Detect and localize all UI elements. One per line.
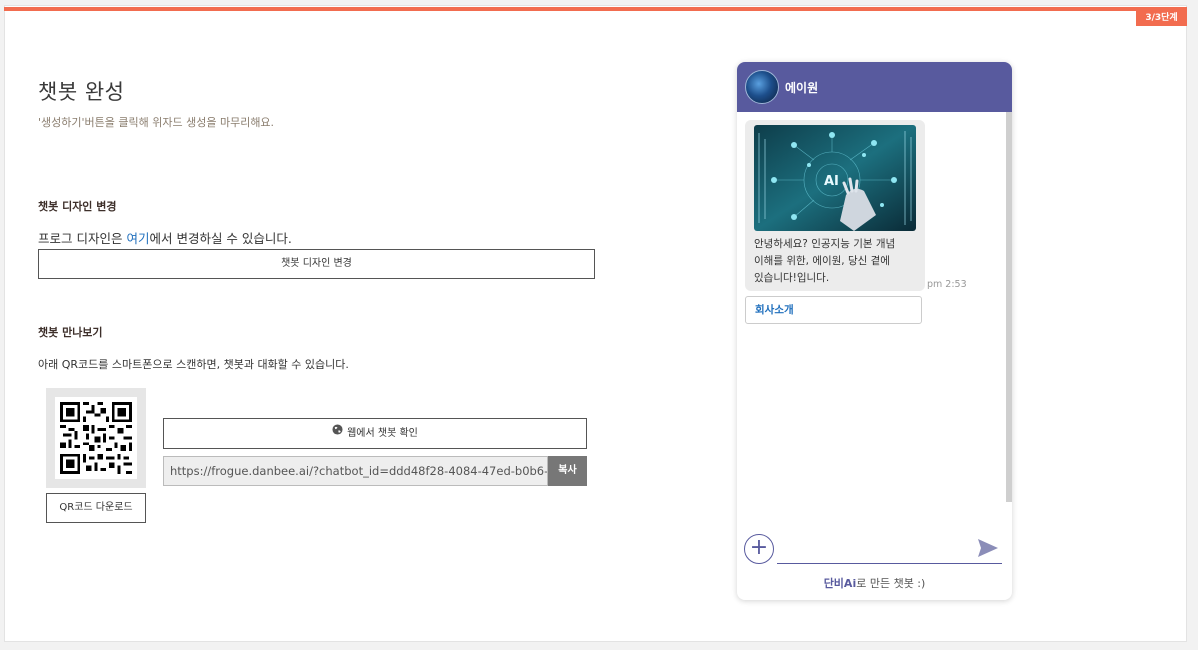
- bot-message-text: 안녕하세요? 인공지능 기본 개념 이해를 위한, 에이원, 당신 곁에 있습니…: [754, 238, 896, 284]
- svg-text:AI: AI: [824, 174, 839, 189]
- globe-icon: [332, 418, 343, 447]
- footer-text: 로 만든 챗봇 :): [856, 577, 926, 590]
- qr-description: 아래 QR코드를 스마트폰으로 스캔하면, 챗봇과 대화할 수 있습니다.: [38, 358, 349, 371]
- chatbot-url-field[interactable]: https://frogue.danbee.ai/?chatbot_id=ddd…: [163, 456, 548, 486]
- step-badge: 3/3단계: [1136, 11, 1187, 26]
- design-text-after: 에서 변경하실 수 있습니다.: [149, 231, 292, 246]
- chat-scrollbar[interactable]: [1006, 112, 1012, 502]
- preview-section-title: 챗봇 만나보기: [38, 326, 103, 339]
- qr-code-image: [60, 402, 132, 474]
- bot-name: 에이원: [785, 81, 819, 95]
- quick-reply-button[interactable]: 회사소개: [745, 296, 922, 324]
- copy-url-button[interactable]: 복사: [548, 456, 587, 486]
- chat-message-input[interactable]: [777, 534, 1002, 564]
- qr-code: [46, 388, 146, 488]
- bot-avatar: [745, 70, 779, 104]
- message-image: AI: [754, 125, 916, 231]
- progress-bar: [4, 7, 1187, 11]
- web-chatbot-label: 웹에서 챗봇 확인: [347, 428, 418, 439]
- chat-header: 에이원: [737, 62, 1012, 112]
- chat-preview-widget: 에이원 AI 안녕하세요? 인공지능 기본 개념 이해를 위한, 에이원, 당신…: [737, 62, 1012, 600]
- design-text-before: 프로그 디자인은: [38, 231, 127, 246]
- page-title: 챗봇 완성: [38, 80, 125, 104]
- plus-icon[interactable]: +: [744, 534, 774, 564]
- footer-brand[interactable]: 단비Ai: [824, 577, 857, 590]
- design-description: 프로그 디자인은 여기에서 변경하실 수 있습니다.: [38, 228, 292, 247]
- bot-message-bubble: AI 안녕하세요? 인공지능 기본 개념 이해를 위한, 에이원, 당신 곁에 …: [745, 120, 925, 291]
- design-change-button[interactable]: 챗봇 디자인 변경: [38, 249, 595, 279]
- send-icon[interactable]: [977, 538, 999, 558]
- web-chatbot-button[interactable]: 웹에서 챗봇 확인: [163, 418, 587, 449]
- qr-download-button[interactable]: QR코드 다운로드: [46, 493, 146, 523]
- design-link[interactable]: 여기: [126, 231, 149, 246]
- chat-footer: 단비Ai로 만든 챗봇 :): [737, 575, 1012, 591]
- page-subtitle: '생성하기'버튼을 클릭해 위자드 생성을 마무리해요.: [38, 116, 275, 129]
- design-section-title: 챗봇 디자인 변경: [38, 200, 117, 213]
- message-timestamp: pm 2:53: [927, 279, 967, 290]
